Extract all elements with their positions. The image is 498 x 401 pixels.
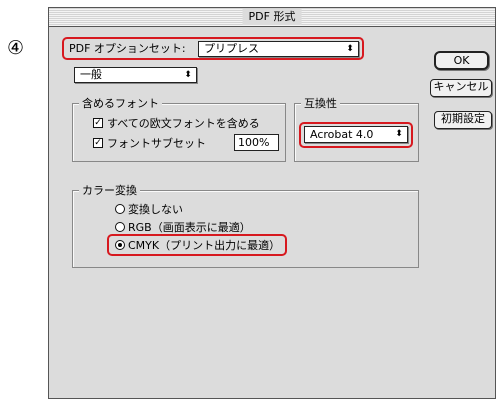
step-number-marker: ④	[7, 37, 25, 59]
fonts-group-title: 含めるフォント	[79, 97, 162, 110]
subset-label: フォントサブセット	[107, 137, 206, 150]
radio-no-conversion[interactable]	[115, 204, 125, 214]
radio-label-cmyk: CMYK（プリント出力に最適）	[128, 239, 281, 252]
check-icon: ✓	[94, 138, 102, 148]
check-icon: ✓	[94, 118, 102, 128]
cancel-button[interactable]: キャンセル	[430, 79, 492, 97]
radio-cmyk[interactable]	[115, 240, 125, 250]
preset-value: プリプレス	[204, 42, 259, 55]
embed-all-checkbox[interactable]: ✓	[93, 118, 103, 128]
pdf-format-dialog: PDF 形式 PDF オプションセット: プリプレス ⬍ 一般 ⬍ OK キャン…	[48, 7, 496, 399]
radio-label-no-conversion: 変換しない	[128, 203, 183, 216]
color-group-title: カラー変換	[79, 184, 140, 197]
subset-threshold-input[interactable]: 100%	[234, 134, 279, 151]
window-title: PDF 形式	[242, 9, 302, 25]
preset-select[interactable]: プリプレス ⬍	[198, 41, 359, 57]
ok-button[interactable]: OK	[434, 51, 489, 70]
title-bar[interactable]: PDF 形式	[49, 8, 495, 27]
section-value: 一般	[80, 68, 102, 81]
preset-label: PDF オプションセット:	[69, 42, 186, 55]
radio-rgb[interactable]	[115, 222, 125, 232]
updown-arrow-icon: ⬍	[395, 129, 403, 139]
fonts-group	[72, 103, 286, 162]
updown-arrow-icon: ⬍	[346, 44, 354, 54]
section-select[interactable]: 一般 ⬍	[74, 67, 197, 83]
subset-checkbox[interactable]: ✓	[93, 138, 103, 148]
updown-arrow-icon: ⬍	[184, 70, 192, 80]
compat-value: Acrobat 4.0	[310, 128, 374, 141]
defaults-button[interactable]: 初期設定	[434, 111, 492, 129]
radio-label-rgb: RGB（画面表示に最適）	[128, 221, 251, 234]
embed-all-label: すべての欧文フォントを含める	[107, 117, 260, 130]
compat-group-title: 互換性	[301, 97, 340, 110]
compat-select[interactable]: Acrobat 4.0 ⬍	[304, 126, 408, 143]
